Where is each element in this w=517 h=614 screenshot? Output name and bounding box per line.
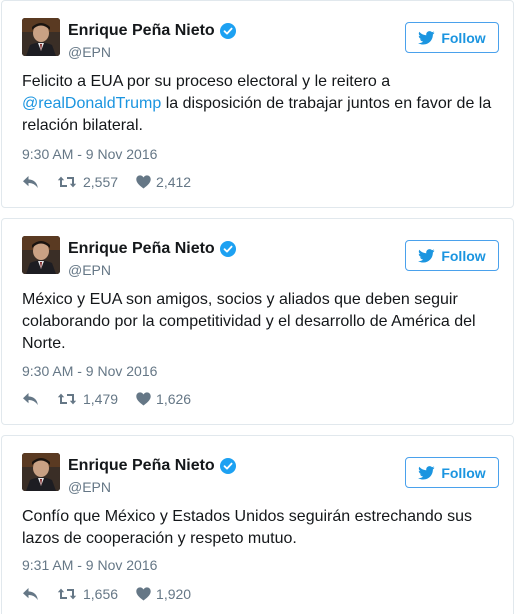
retweet-count: 2,557 xyxy=(83,174,119,190)
like-button[interactable]: 2,412 xyxy=(136,174,191,190)
heart-icon xyxy=(136,587,151,601)
reply-icon xyxy=(23,393,38,405)
author-handle[interactable]: @EPN xyxy=(68,479,111,495)
tweet-text-part: Felicito a EUA por su proceso electoral … xyxy=(22,73,391,90)
tweet-actions: 2,557 2,412 xyxy=(22,174,191,190)
follow-label: Follow xyxy=(441,464,486,481)
like-count: 1,626 xyxy=(156,391,192,407)
verified-badge-icon xyxy=(219,23,236,39)
retweet-button[interactable]: 1,479 xyxy=(57,391,118,407)
author-name[interactable]: Enrique Peña Nieto xyxy=(68,22,236,40)
tweet-text-part: Confío que México y Estados Unidos segui… xyxy=(22,508,473,547)
tweet-card[interactable]: Enrique Peña Nieto @EPN Follow Confío qu… xyxy=(1,435,514,614)
tweet-timestamp[interactable]: 9:30 AM - 9 Nov 2016 xyxy=(22,146,157,162)
reply-button[interactable] xyxy=(22,587,57,601)
reply-icon xyxy=(23,588,38,600)
tweet-actions: 1,656 1,920 xyxy=(22,586,191,602)
author-name-text[interactable]: Enrique Peña Nieto xyxy=(68,240,215,258)
retweet-button[interactable]: 1,656 xyxy=(57,586,118,602)
follow-button[interactable]: Follow xyxy=(405,240,499,271)
tweet-text: Felicito a EUA por su proceso electoral … xyxy=(22,71,502,137)
twitter-bird-icon xyxy=(418,30,435,45)
reply-icon xyxy=(23,176,38,188)
retweet-count: 1,479 xyxy=(83,391,119,407)
avatar[interactable] xyxy=(22,18,60,56)
author-name-text[interactable]: Enrique Peña Nieto xyxy=(68,22,215,40)
like-count: 2,412 xyxy=(156,174,192,190)
verified-badge-icon xyxy=(219,241,236,257)
tweet-card[interactable]: Enrique Peña Nieto @EPN Follow Felicito … xyxy=(1,0,514,208)
follow-label: Follow xyxy=(441,29,486,46)
follow-button[interactable]: Follow xyxy=(405,22,499,53)
tweet-text-part: México y EUA son amigos, socios y aliado… xyxy=(22,291,476,352)
like-button[interactable]: 1,626 xyxy=(136,391,191,407)
twitter-bird-icon xyxy=(418,465,435,480)
tweet-feed: Enrique Peña Nieto @EPN Follow Felicito … xyxy=(0,0,517,614)
mention-link[interactable]: @realDonaldTrump xyxy=(22,95,161,112)
heart-icon xyxy=(136,392,151,406)
author-handle[interactable]: @EPN xyxy=(68,44,111,60)
like-button[interactable]: 1,920 xyxy=(136,586,191,602)
retweet-button[interactable]: 2,557 xyxy=(57,174,118,190)
reply-button[interactable] xyxy=(22,392,57,406)
heart-icon xyxy=(136,175,151,189)
reply-button[interactable] xyxy=(22,175,57,189)
follow-label: Follow xyxy=(441,247,486,264)
retweet-icon xyxy=(57,588,77,600)
avatar[interactable] xyxy=(22,236,60,274)
tweet-text: México y EUA son amigos, socios y aliado… xyxy=(22,289,502,355)
verified-badge-icon xyxy=(219,458,236,474)
tweet-timestamp[interactable]: 9:31 AM - 9 Nov 2016 xyxy=(22,557,157,573)
author-name-text[interactable]: Enrique Peña Nieto xyxy=(68,457,215,475)
author-handle[interactable]: @EPN xyxy=(68,262,111,278)
twitter-bird-icon xyxy=(418,248,435,263)
retweet-icon xyxy=(57,393,77,405)
like-count: 1,920 xyxy=(156,586,192,602)
retweet-count: 1,656 xyxy=(83,586,119,602)
follow-button[interactable]: Follow xyxy=(405,457,499,488)
tweet-actions: 1,479 1,626 xyxy=(22,391,191,407)
avatar[interactable] xyxy=(22,453,60,491)
author-name[interactable]: Enrique Peña Nieto xyxy=(68,457,236,475)
author-name[interactable]: Enrique Peña Nieto xyxy=(68,240,236,258)
retweet-icon xyxy=(57,176,77,188)
tweet-text: Confío que México y Estados Unidos segui… xyxy=(22,506,502,550)
tweet-timestamp[interactable]: 9:30 AM - 9 Nov 2016 xyxy=(22,363,157,379)
tweet-card[interactable]: Enrique Peña Nieto @EPN Follow México y … xyxy=(1,218,514,425)
